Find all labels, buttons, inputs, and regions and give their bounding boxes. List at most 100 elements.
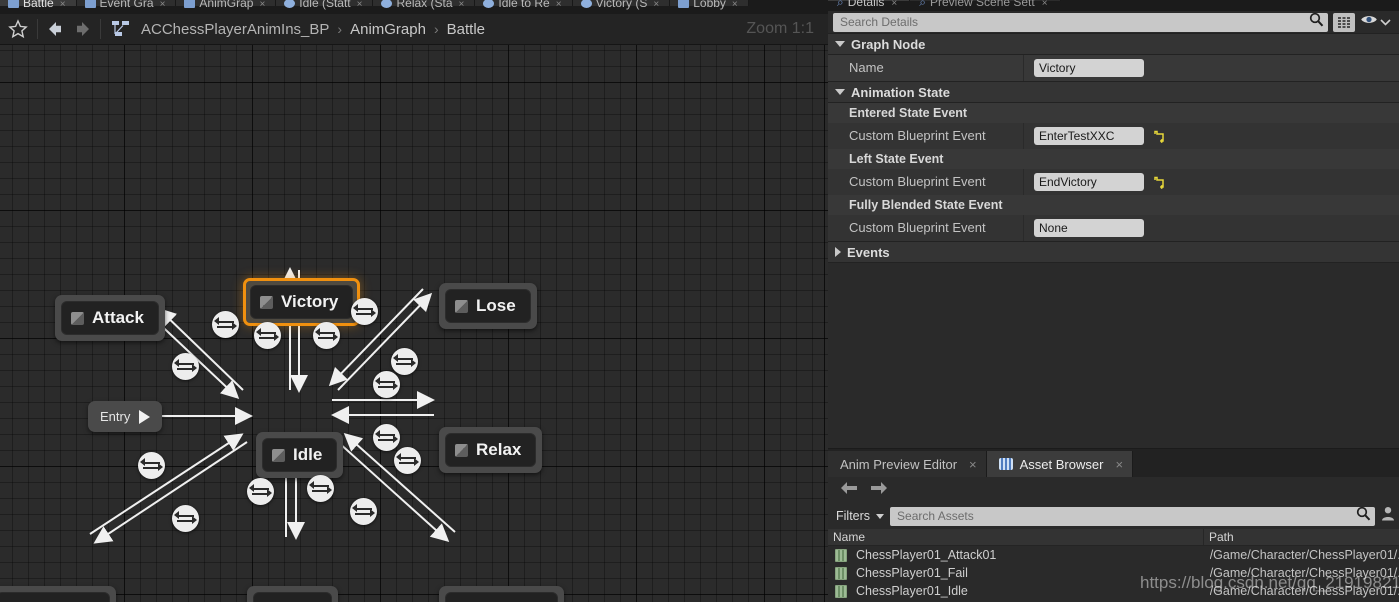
breadcrumb-battle[interactable]: Battle <box>447 21 485 38</box>
grid-view-icon[interactable] <box>1333 12 1355 32</box>
editor-tab-battle[interactable]: Battle × <box>0 0 77 10</box>
property-value-field[interactable]: EndVictory <box>1034 173 1144 191</box>
filters-label[interactable]: Filters <box>836 509 870 523</box>
dock-tab-anim-preview-editor[interactable]: Anim Preview Editor × <box>828 451 987 477</box>
property-value-field[interactable]: None <box>1034 219 1144 237</box>
close-icon[interactable]: × <box>160 0 166 10</box>
close-icon[interactable]: × <box>1042 0 1048 9</box>
expander-triangle-icon[interactable] <box>835 41 845 47</box>
play-icon <box>139 409 151 424</box>
reset-to-default-icon[interactable] <box>1153 176 1166 189</box>
transition-rule-node[interactable] <box>313 322 340 349</box>
star-icon[interactable] <box>8 19 28 39</box>
close-icon[interactable]: × <box>732 0 738 10</box>
transition-rule-node[interactable] <box>172 505 199 532</box>
state-node-idle[interactable]: Idle <box>256 432 344 478</box>
back-arrow-icon[interactable] <box>840 481 858 500</box>
state-node-relax[interactable]: Relax <box>439 427 543 473</box>
state-node-poweratk[interactable]: erAttack <box>0 586 117 602</box>
editor-tab-label: Victory (S <box>595 0 648 10</box>
transition-rule-node[interactable] <box>212 311 239 338</box>
close-icon[interactable]: × <box>891 0 897 9</box>
transition-rule-node[interactable] <box>391 348 418 375</box>
close-icon[interactable]: × <box>556 0 562 10</box>
close-icon[interactable]: × <box>969 457 977 472</box>
expander-triangle-icon[interactable] <box>835 89 845 95</box>
eye-icon[interactable] <box>1360 13 1378 31</box>
editor-tab-idle-to-re[interactable]: Idle to Re × <box>475 0 573 10</box>
search-details-input[interactable]: Search Details <box>833 12 1328 32</box>
details-tab-details[interactable]: ⌕ Details × <box>828 0 911 9</box>
animation-asset-icon <box>835 566 847 580</box>
state-icon <box>272 448 285 462</box>
transition-rule-node[interactable] <box>373 371 400 398</box>
property-value-field[interactable]: Victory <box>1034 59 1144 77</box>
expander-triangle-icon[interactable] <box>835 247 841 257</box>
reset-to-default-icon[interactable] <box>1153 130 1166 143</box>
details-tab-preview-scene-sett[interactable]: ⌕ Preview Scene Sett × <box>910 0 1061 9</box>
transition-rule-node[interactable] <box>138 452 165 479</box>
user-icon[interactable] <box>1381 506 1395 526</box>
property-list: Graph Node Name Victory Animation State Ente… <box>828 33 1399 403</box>
editor-tab-animgrap[interactable]: AnimGrap × <box>176 0 277 10</box>
back-arrow-icon[interactable] <box>47 19 69 39</box>
editor-tab-relax-sta[interactable]: Relax (Sta × <box>373 0 476 10</box>
editor-tab-lobby[interactable]: Lobby × <box>670 0 749 10</box>
dock-tab-asset-browser[interactable]: Asset Browser × <box>986 451 1134 477</box>
transition-rule-node[interactable] <box>350 498 377 525</box>
search-icon[interactable] <box>1356 506 1371 526</box>
transition-rule-node[interactable] <box>247 478 274 505</box>
property-label: Custom Blueprint Event <box>828 169 1024 195</box>
close-icon[interactable]: × <box>459 0 465 10</box>
state-machine-canvas[interactable]: Entry Attack Victory Lose Idle Relax erAttack R… <box>0 45 828 602</box>
state-node-run[interactable]: Run <box>247 586 339 602</box>
search-assets-input[interactable]: Search Assets <box>890 506 1375 526</box>
state-node-lose[interactable]: Lose <box>439 283 537 329</box>
close-icon[interactable]: × <box>1115 457 1123 472</box>
section-header-graph-node[interactable]: Graph Node <box>828 33 1399 55</box>
state-node-victory[interactable]: Victory <box>243 278 361 326</box>
state-icon <box>260 295 273 309</box>
animation-asset-icon <box>835 584 847 598</box>
transition-rule-node[interactable] <box>351 298 378 325</box>
arrow-left-icon <box>315 328 320 336</box>
close-icon[interactable]: × <box>357 0 363 10</box>
editor-tab-victory-s[interactable]: Victory (S × <box>572 0 671 10</box>
transition-rule-node[interactable] <box>373 424 400 451</box>
property-value-field[interactable]: EnterTestXXC <box>1034 127 1144 145</box>
graph-editor-panel: Battle × Event Gra × AnimGrap × Idle (Statt × Re… <box>0 0 828 602</box>
section-header-animation-state[interactable]: Animation State <box>828 81 1399 103</box>
column-header-name[interactable]: Name <box>828 529 1204 545</box>
state-node-provoke[interactable]: Provoke <box>439 586 565 602</box>
state-machine-icon[interactable] <box>110 18 132 40</box>
arrow-left-icon <box>249 484 254 492</box>
breadcrumb-animgraph[interactable]: AnimGraph <box>350 21 426 38</box>
asset-row[interactable]: ChessPlayer01_Idle/Game/Character/ChessP… <box>828 582 1399 600</box>
details-empty-area <box>828 263 1399 403</box>
chevron-down-icon[interactable] <box>1380 13 1391 31</box>
asset-row[interactable]: ChessPlayer01_Fail/Game/Character/ChessP… <box>828 564 1399 582</box>
editor-tab-event-gra[interactable]: Event Gra × <box>76 0 177 10</box>
property-label: Custom Blueprint Event <box>828 123 1024 149</box>
forward-arrow-icon[interactable] <box>870 481 888 500</box>
arrow-left-icon <box>396 453 401 461</box>
arrow-left-icon <box>352 504 357 512</box>
close-icon[interactable]: × <box>653 0 659 10</box>
state-node-attack[interactable]: Attack <box>55 295 165 341</box>
forward-arrow-icon[interactable] <box>69 19 91 39</box>
transition-rule-node[interactable] <box>254 322 281 349</box>
column-header-path[interactable]: Path <box>1204 529 1234 545</box>
details-tab-label: Details <box>847 0 885 9</box>
section-header-events[interactable]: Events <box>828 241 1399 263</box>
transition-rule-node[interactable] <box>394 447 421 474</box>
search-icon[interactable] <box>1309 12 1324 32</box>
asset-row[interactable]: ChessPlayer01_Attack01/Game/Character/Ch… <box>828 546 1399 564</box>
transition-rule-node[interactable] <box>307 475 334 502</box>
close-icon[interactable]: × <box>259 0 265 10</box>
entry-node[interactable]: Entry <box>88 401 163 432</box>
breadcrumb-blueprint[interactable]: ACChessPlayerAnimIns_BP <box>141 21 329 38</box>
close-icon[interactable]: × <box>60 0 66 10</box>
chevron-down-icon[interactable] <box>876 513 885 519</box>
editor-tab-idle-statt[interactable]: Idle (Statt × <box>276 0 374 10</box>
transition-rule-node[interactable] <box>172 353 199 380</box>
